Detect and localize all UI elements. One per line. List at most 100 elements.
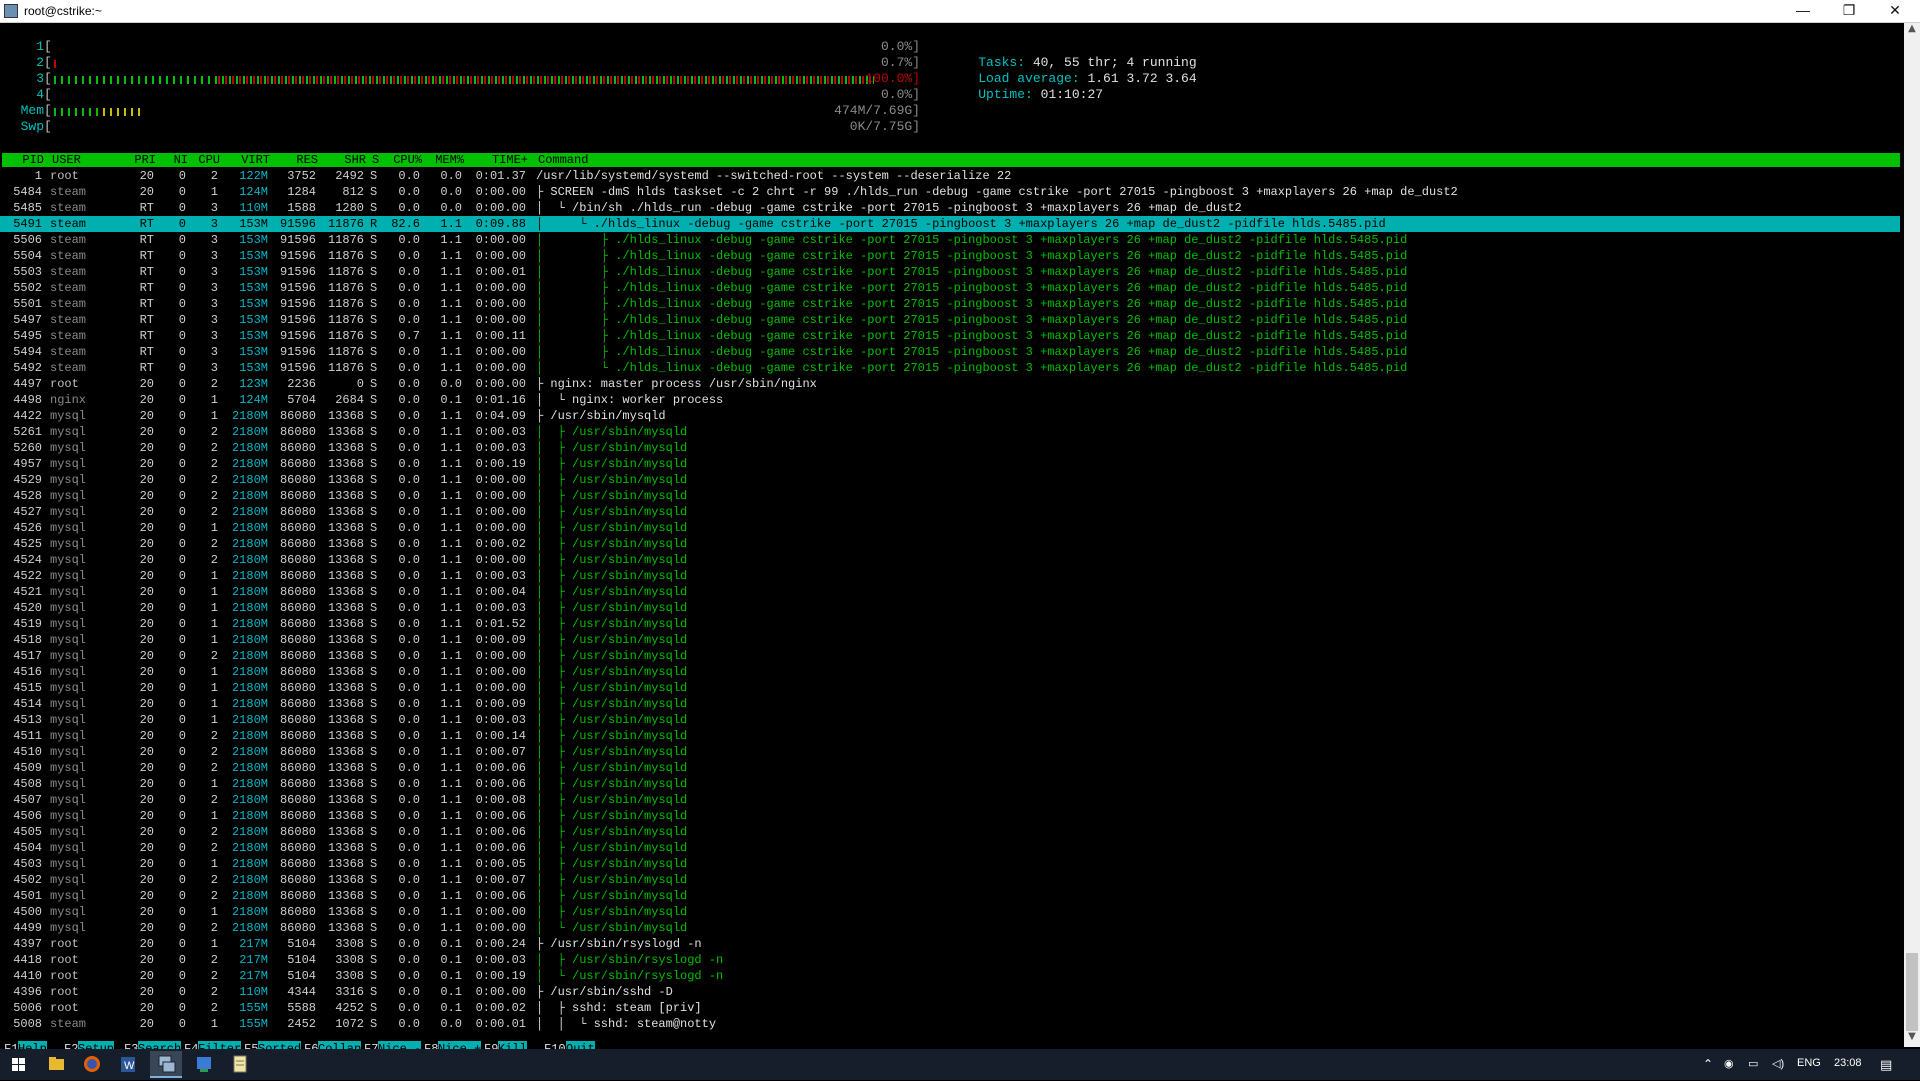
table-row[interactable]: 4498 nginx 20 0 1 124M 5704 2684 S 0.0 0.1 0:01.16 │… [0, 392, 1900, 408]
table-row[interactable]: 4515 mysql 20 0 1 2180M 86080 13368 S 0.0 1.1 0:00.… [0, 680, 1900, 696]
table-row[interactable]: 5504 steam RT 0 3 153M 91596 11876 S 0.0 1.1 0:00.0… [0, 248, 1900, 264]
table-row[interactable]: 4957 mysql 20 0 2 2180M 86080 13368 S 0.0 1.1 0:00.… [0, 456, 1900, 472]
firefox-icon[interactable] [76, 1051, 108, 1078]
table-row[interactable]: 4505 mysql 20 0 2 2180M 86080 13368 S 0.0 1.1 0:00.… [0, 824, 1900, 840]
scroll-up-arrow-icon[interactable]: ▲ [1904, 23, 1920, 39]
show-hidden-icons-icon[interactable]: ⌃ [1703, 1057, 1713, 1071]
table-row[interactable]: 4503 mysql 20 0 1 2180M 86080 13368 S 0.0 1.1 0:00.… [0, 856, 1900, 872]
table-row[interactable]: 4508 mysql 20 0 1 2180M 86080 13368 S 0.0 1.1 0:00.… [0, 776, 1900, 792]
file-explorer-icon[interactable] [40, 1051, 72, 1078]
header-time[interactable]: TIME+ [468, 153, 528, 167]
scroll-thumb[interactable] [1906, 953, 1918, 1031]
table-row[interactable]: 4526 mysql 20 0 1 2180M 86080 13368 S 0.0 1.1 0:00.… [0, 520, 1900, 536]
word-icon[interactable]: W [112, 1051, 144, 1078]
cell-s: S [370, 553, 378, 567]
table-row[interactable]: 4514 mysql 20 0 1 2180M 86080 13368 S 0.0 1.1 0:00.… [0, 696, 1900, 712]
terminal-area[interactable]: 1[0.0%] 2[0.7%] 3[100.0%] 4[0.0%] Mem[474M/7… [0, 23, 1904, 1057]
table-row-selected[interactable]: 5491 steam RT 0 3 153M 91596 11876 R 82.6 1.1 0:09.… [0, 216, 1900, 232]
header-pid[interactable]: PID [6, 153, 44, 167]
restore-button[interactable]: ❐ [1826, 0, 1872, 22]
header-command[interactable]: Command [538, 153, 588, 167]
cell-s: S [370, 297, 378, 311]
table-row[interactable]: 4507 mysql 20 0 2 2180M 86080 13368 S 0.0 1.1 0:00.… [0, 792, 1900, 808]
header-pri[interactable]: PRI [122, 153, 156, 167]
table-row[interactable]: 4511 mysql 20 0 2 2180M 86080 13368 S 0.0 1.1 0:00.… [0, 728, 1900, 744]
scroll-down-arrow-icon[interactable]: ▼ [1904, 1031, 1920, 1047]
table-row[interactable]: 4520 mysql 20 0 1 2180M 86080 13368 S 0.0 1.1 0:00.… [0, 600, 1900, 616]
table-row[interactable]: 4516 mysql 20 0 1 2180M 86080 13368 S 0.0 1.1 0:00.… [0, 664, 1900, 680]
header-res[interactable]: RES [274, 153, 318, 167]
table-row[interactable]: 5495 steam RT 0 3 153M 91596 11876 S 0.7 1.1 0:00.1… [0, 328, 1900, 344]
language-indicator[interactable]: ENG [1797, 1057, 1821, 1069]
header-cpu-percent[interactable]: CPU% [386, 153, 422, 167]
header-cpu[interactable]: CPU [192, 153, 220, 167]
cell-time: 0:00.14 [475, 729, 526, 743]
close-button[interactable]: ✕ [1872, 0, 1918, 22]
steam-tray-icon[interactable]: ◉ [1724, 1057, 1734, 1070]
table-row[interactable]: 5261 mysql 20 0 2 2180M 86080 13368 S 0.0 1.1 0:00.… [0, 424, 1900, 440]
table-row[interactable]: 4527 mysql 20 0 2 2180M 86080 13368 S 0.0 1.1 0:00.… [0, 504, 1900, 520]
table-row[interactable]: 5485 steam RT 0 3 110M 1588 1280 S 0.0 0.0 0:00.00 │… [0, 200, 1900, 216]
table-row[interactable]: 4418 root 20 0 2 217M 5104 3308 S 0.0 0.1 0:00.03 │ … [0, 952, 1900, 968]
table-row[interactable]: 4519 mysql 20 0 1 2180M 86080 13368 S 0.0 1.1 0:01.… [0, 616, 1900, 632]
table-row[interactable]: 4513 mysql 20 0 1 2180M 86080 13368 S 0.0 1.1 0:00.… [0, 712, 1900, 728]
table-row[interactable]: 5503 steam RT 0 3 153M 91596 11876 S 0.0 1.1 0:00.0… [0, 264, 1900, 280]
table-row[interactable]: 4396 root 20 0 2 110M 4344 3316 S 0.0 0.1 0:00.00 ├ … [0, 984, 1900, 1000]
start-button[interactable] [2, 1051, 34, 1078]
clock[interactable]: 23:08 [1834, 1057, 1862, 1069]
header-state[interactable]: S [372, 153, 379, 167]
action-center-icon[interactable]: ▤ [1880, 1057, 1892, 1073]
table-row[interactable]: 4497 root 20 0 2 123M 2236 0 S 0.0 0.0 0:00.00 ├ ngi… [0, 376, 1900, 392]
header-ni[interactable]: NI [162, 153, 188, 167]
table-row[interactable]: 4500 mysql 20 0 1 2180M 86080 13368 S 0.0 1.1 0:00.… [0, 904, 1900, 920]
table-row[interactable]: 4528 mysql 20 0 2 2180M 86080 13368 S 0.0 1.1 0:00.… [0, 488, 1900, 504]
table-row[interactable]: 5501 steam RT 0 3 153M 91596 11876 S 0.0 1.1 0:00.0… [0, 296, 1900, 312]
putty-taskbar-icon[interactable] [150, 1051, 182, 1078]
table-row[interactable]: 5497 steam RT 0 3 153M 91596 11876 S 0.0 1.1 0:00.0… [0, 312, 1900, 328]
table-row[interactable]: 4410 root 20 0 2 217M 5104 3308 S 0.0 0.1 0:00.19 │ … [0, 968, 1900, 984]
cell-pri: 20 [139, 841, 154, 855]
notepad-icon[interactable] [224, 1051, 256, 1078]
table-row[interactable]: 5260 mysql 20 0 2 2180M 86080 13368 S 0.0 1.1 0:00.… [0, 440, 1900, 456]
table-row[interactable]: 4518 mysql 20 0 1 2180M 86080 13368 S 0.0 1.1 0:00.… [0, 632, 1900, 648]
table-row[interactable]: 4517 mysql 20 0 2 2180M 86080 13368 S 0.0 1.1 0:00.… [0, 648, 1900, 664]
table-row[interactable]: 4501 mysql 20 0 2 2180M 86080 13368 S 0.0 1.1 0:00.… [0, 888, 1900, 904]
table-row[interactable]: 4504 mysql 20 0 2 2180M 86080 13368 S 0.0 1.1 0:00.… [0, 840, 1900, 856]
table-row[interactable]: 5506 steam RT 0 3 153M 91596 11876 S 0.0 1.1 0:00.0… [0, 232, 1900, 248]
table-row[interactable]: 4397 root 20 0 1 217M 5104 3308 S 0.0 0.1 0:00.24 ├ … [0, 936, 1900, 952]
table-row[interactable]: 4524 mysql 20 0 2 2180M 86080 13368 S 0.0 1.1 0:00.… [0, 552, 1900, 568]
table-row[interactable]: 4499 mysql 20 0 2 2180M 86080 13368 S 0.0 1.1 0:00.… [0, 920, 1900, 936]
cell-res: 86080 [279, 777, 316, 791]
table-row[interactable]: 5484 steam 20 0 1 124M 1284 812 S 0.0 0.0 0:00.00 ├ … [0, 184, 1900, 200]
cell-cmd: │ ├ /usr/sbin/mysqld [536, 841, 688, 855]
process-table-header[interactable]: PID USER PRI NI CPU VIRT RES SHR S CPU% … [2, 153, 1900, 167]
table-row[interactable]: 4502 mysql 20 0 2 2180M 86080 13368 S 0.0 1.1 0:00.… [0, 872, 1900, 888]
table-row[interactable]: 4522 mysql 20 0 1 2180M 86080 13368 S 0.0 1.1 0:00.… [0, 568, 1900, 584]
header-mem-percent[interactable]: MEM% [426, 153, 464, 167]
network-tray-icon[interactable]: ▭ [1748, 1057, 1758, 1070]
minimize-button[interactable]: — [1780, 0, 1826, 22]
table-row[interactable]: 4422 mysql 20 0 1 2180M 86080 13368 S 0.0 1.1 0:04.… [0, 408, 1900, 424]
table-row[interactable]: 5502 steam RT 0 3 153M 91596 11876 S 0.0 1.1 0:00.0… [0, 280, 1900, 296]
terminal-scrollbar[interactable]: ▲ ▼ [1904, 23, 1920, 1047]
header-shr[interactable]: SHR [322, 153, 366, 167]
table-row[interactable]: 4521 mysql 20 0 1 2180M 86080 13368 S 0.0 1.1 0:00.… [0, 584, 1900, 600]
header-user[interactable]: USER [52, 153, 81, 167]
table-row[interactable]: 5492 steam RT 0 3 153M 91596 11876 S 0.0 1.1 0:00.0… [0, 360, 1900, 376]
table-row[interactable]: 4506 mysql 20 0 1 2180M 86080 13368 S 0.0 1.1 0:00.… [0, 808, 1900, 824]
table-row[interactable]: 5008 steam 20 0 1 155M 2452 1072 S 0.0 0.0 0:00.01 │… [0, 1016, 1900, 1032]
table-row[interactable]: 4525 mysql 20 0 2 2180M 86080 13368 S 0.0 1.1 0:00.… [0, 536, 1900, 552]
table-row[interactable]: 5006 root 20 0 2 155M 5588 4252 S 0.0 0.1 0:00.02 │ … [0, 1000, 1900, 1016]
cell-time: 0:00.03 [475, 601, 526, 615]
header-virt[interactable]: VIRT [224, 153, 270, 167]
network-app-icon[interactable] [188, 1051, 220, 1078]
table-row[interactable]: 4529 mysql 20 0 2 2180M 86080 13368 S 0.0 1.1 0:00.… [0, 472, 1900, 488]
cell-mempct: 1.1 [440, 777, 462, 791]
volume-tray-icon[interactable]: ◁) [1772, 1057, 1784, 1070]
table-row[interactable]: 5494 steam RT 0 3 153M 91596 11876 S 0.0 1.1 0:00.0… [0, 344, 1900, 360]
cell-user: root [50, 937, 79, 951]
table-row[interactable]: 1 root 20 0 2 122M 3752 2492 S 0.0 0.0 0:01.37/usr/… [0, 168, 1900, 184]
table-row[interactable]: 4510 mysql 20 0 2 2180M 86080 13368 S 0.0 1.1 0:00.… [0, 744, 1900, 760]
table-row[interactable]: 4509 mysql 20 0 2 2180M 86080 13368 S 0.0 1.1 0:00.… [0, 760, 1900, 776]
cell-mempct: 0.1 [440, 969, 462, 983]
